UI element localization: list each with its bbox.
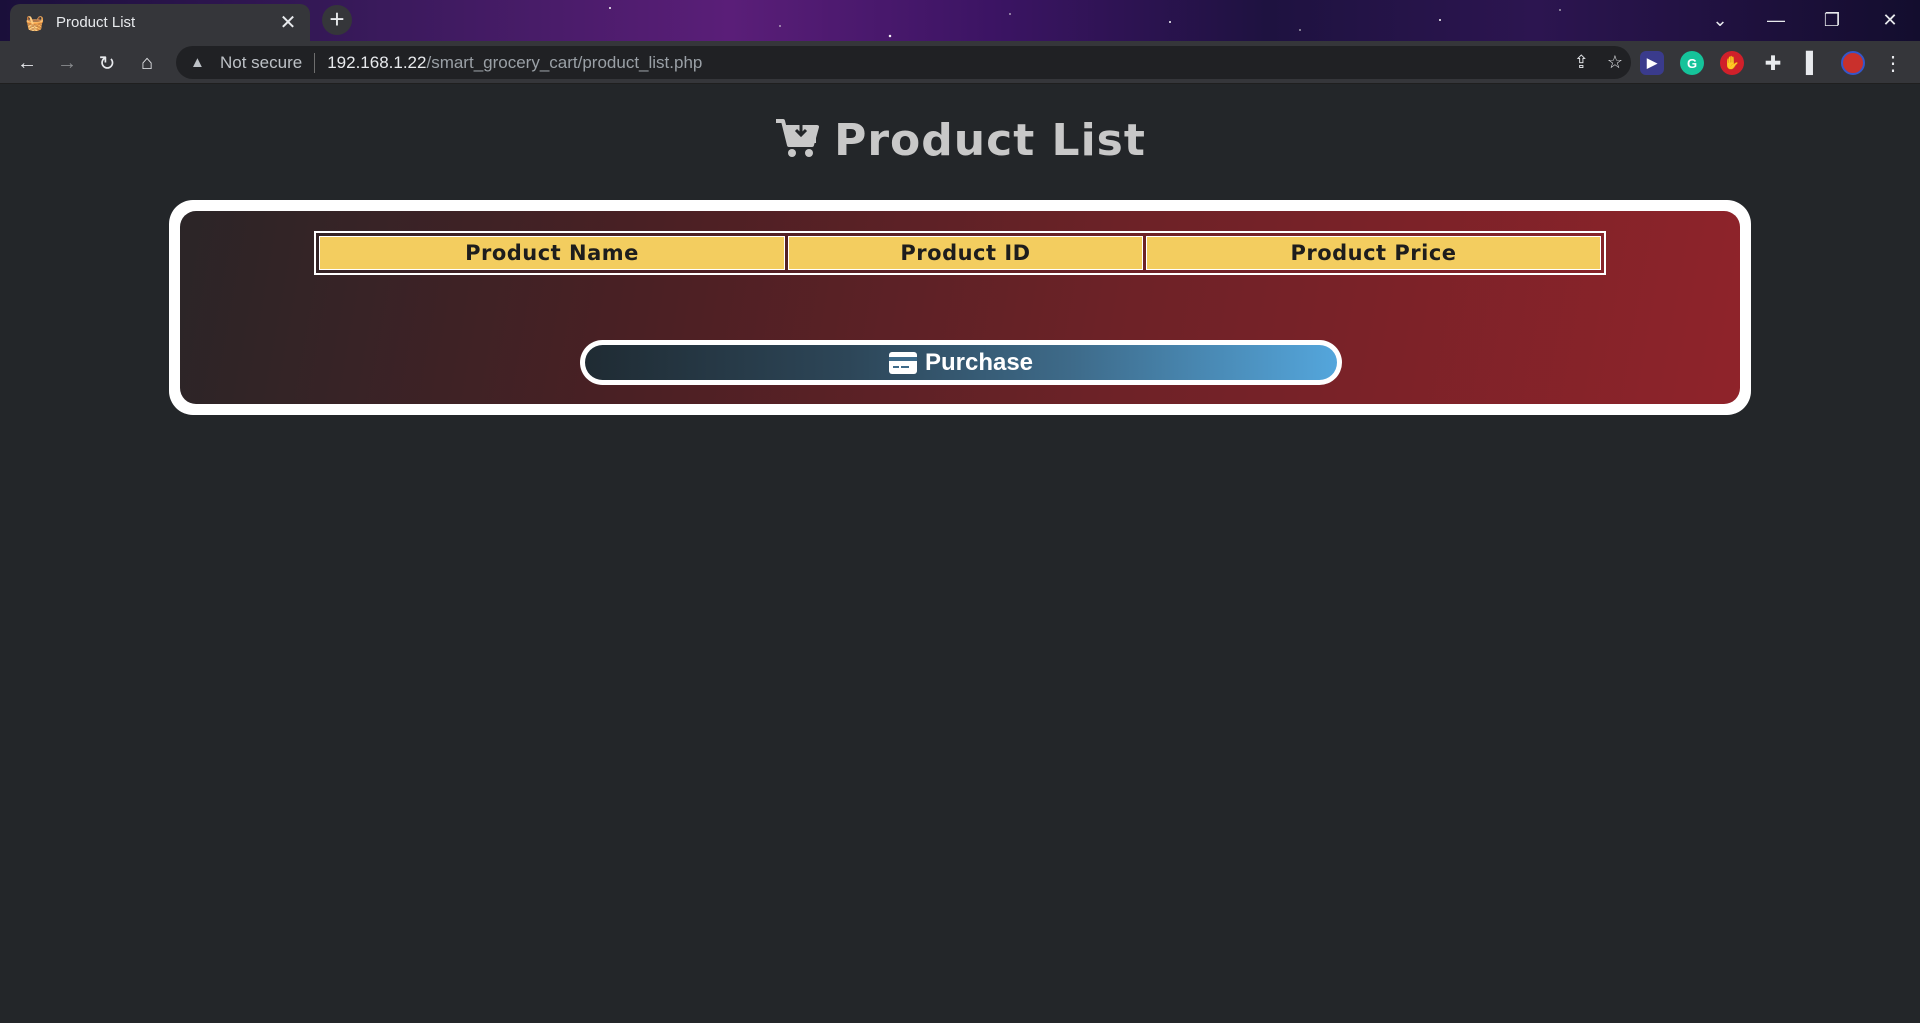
purchase-button-inner[interactable]: Purchase xyxy=(585,345,1337,380)
browser-toolbar: ← → ↻ ⌂ ▲ Not secure 192.168.1.22 /smart… xyxy=(0,41,1920,84)
extensions-puzzle-icon[interactable]: ✚ xyxy=(1757,47,1789,79)
share-icon[interactable]: ⇪ xyxy=(1574,52,1589,73)
page-title: Product List xyxy=(0,115,1920,166)
product-panel: Product Name Product ID Product Price Pu… xyxy=(169,200,1751,415)
home-icon[interactable]: ⌂ xyxy=(131,47,163,79)
new-tab-button[interactable]: + xyxy=(322,5,352,35)
header-product-name: Product Name xyxy=(319,236,785,270)
credit-card-icon xyxy=(888,351,917,374)
tab-title: Product List xyxy=(56,14,136,31)
back-icon[interactable]: ← xyxy=(11,47,43,79)
bookmark-star-icon[interactable]: ☆ xyxy=(1607,52,1623,73)
reload-icon[interactable]: ↻ xyxy=(91,47,123,79)
omnibox-divider xyxy=(314,52,316,73)
profile-avatar[interactable] xyxy=(1841,51,1865,75)
cart-download-icon xyxy=(776,119,820,157)
header-product-price: Product Price xyxy=(1146,236,1601,270)
purchase-label: Purchase xyxy=(924,348,1034,376)
url-path: /smart_grocery_cart/product_list.php xyxy=(426,52,703,72)
tab-search-icon[interactable]: ⌄ xyxy=(1692,0,1748,41)
grammarly-icon[interactable]: G xyxy=(1680,51,1704,75)
page-body: Product List Product Name Product ID Pro… xyxy=(0,85,1920,1023)
basket-icon: 🧺 xyxy=(25,14,45,32)
browser-tab[interactable]: 🧺 Product List ✕ xyxy=(10,4,310,41)
page-title-text: Product List xyxy=(834,115,1146,166)
url-host: 192.168.1.22 xyxy=(327,52,427,72)
forward-icon[interactable]: → xyxy=(51,47,83,79)
extension-play-icon[interactable]: ▶ xyxy=(1640,51,1664,75)
minimize-icon[interactable]: — xyxy=(1748,0,1804,41)
close-tab-icon[interactable]: ✕ xyxy=(278,10,298,35)
tab-strip: 🧺 Product List ✕ + ⌄ — ❐ ✕ xyxy=(0,0,1920,41)
purchase-button[interactable]: Purchase xyxy=(580,340,1342,385)
address-bar[interactable]: ▲ Not secure 192.168.1.22 /smart_grocery… xyxy=(176,46,1631,79)
product-table: Product Name Product ID Product Price xyxy=(314,231,1606,275)
adblock-hand-icon[interactable]: ✋ xyxy=(1720,51,1744,75)
omnibox-actions: ⇪ ☆ xyxy=(1574,46,1623,79)
side-panel-icon[interactable]: ▌ xyxy=(1797,47,1829,79)
product-panel-inner: Product Name Product ID Product Price Pu… xyxy=(180,211,1740,404)
restore-icon[interactable]: ❐ xyxy=(1804,0,1860,41)
warning-icon: ▲ xyxy=(190,54,205,71)
close-window-icon[interactable]: ✕ xyxy=(1862,0,1918,41)
security-label: Not secure xyxy=(220,52,303,72)
header-product-id: Product ID xyxy=(788,236,1143,270)
menu-kebab-icon[interactable]: ⋮ xyxy=(1877,47,1909,79)
